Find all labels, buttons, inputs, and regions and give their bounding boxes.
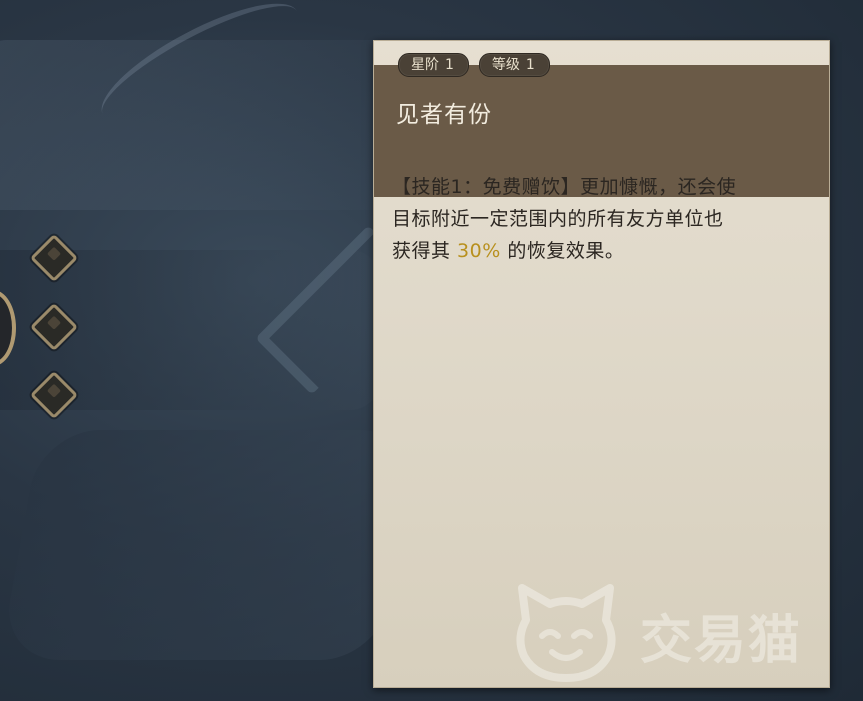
skill-title: 见者有份 — [396, 102, 492, 128]
badge-row: 星阶 1 等级 1 — [398, 53, 550, 77]
background-band — [0, 430, 421, 660]
description-text: 获得其 — [392, 240, 458, 262]
bonus-percentage: 30% — [457, 240, 501, 262]
level-label: 等级 — [491, 57, 520, 73]
description-line: 获得其 30% 的恢复效果。 — [392, 235, 812, 267]
watermark-text: 交易猫 — [640, 611, 803, 671]
level-value: 1 — [525, 57, 535, 73]
skill-description: 【技能1：免费赠饮】更加慷慨，还会使 目标附近一定范围内的所有友方单位也 获得其… — [392, 171, 812, 267]
level-badge: 等级 1 — [478, 53, 550, 77]
description-line: 【技能1：免费赠饮】更加慷慨，还会使 — [392, 176, 737, 198]
game-screen: 星阶 1 等级 1 见者有份 【技能1：免费赠饮】更加慷慨，还会使 目标附近一定范围… — [0, 0, 863, 701]
watermark: 交易猫 — [512, 578, 842, 688]
star-rank-label: 星阶 — [411, 57, 439, 73]
star-rank-value: 1 — [445, 57, 454, 73]
description-line: 目标附近一定范围内的所有友方单位也 — [392, 208, 724, 230]
star-rank-badge: 星阶 1 — [398, 53, 469, 77]
cat-face-icon — [516, 584, 616, 682]
description-text: 的恢复效果。 — [500, 240, 625, 262]
